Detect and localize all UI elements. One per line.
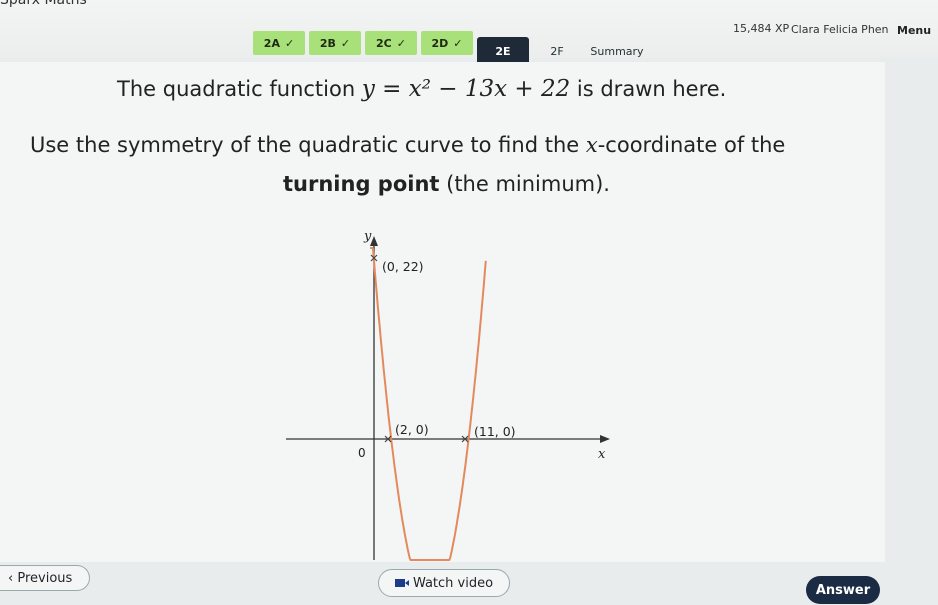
question-text: (the minimum). (446, 172, 610, 196)
watch-video-label: Watch video (412, 575, 494, 591)
x-axis-arrow (600, 435, 610, 443)
tab-2a[interactable]: 2A ✓ (253, 31, 305, 55)
user-name[interactable]: Clara Felicia Phen (791, 23, 889, 36)
question-line-1: The quadratic function y = x² − 13x + 22… (117, 76, 726, 102)
tab-2b[interactable]: 2B ✓ (309, 31, 361, 55)
origin-label: 0 (358, 446, 366, 460)
point-label-11-0: (11, 0) (474, 424, 516, 439)
check-icon: ✓ (340, 36, 351, 50)
previous-label: Previous (17, 570, 73, 586)
xp-counter: 15,484 XP (733, 22, 790, 35)
tab-2d[interactable]: 2D ✓ (421, 31, 473, 55)
x-axis-label: x (598, 447, 606, 462)
point-label-0-22: (0, 22) (382, 259, 424, 274)
watch-video-button[interactable]: Watch video (378, 569, 510, 597)
tab-summary[interactable]: Summary (582, 39, 652, 63)
tab-label: 2E (495, 44, 511, 58)
answer-button[interactable]: Answer (806, 576, 880, 604)
question-text: is drawn here. (576, 77, 727, 101)
y-axis-label: y (363, 229, 372, 244)
tab-2f[interactable]: 2F (531, 39, 583, 63)
tab-label: 2C (376, 36, 392, 50)
question-line-3: turning point (the minimum). (283, 172, 610, 196)
tab-label: 2F (550, 44, 564, 58)
tab-2e[interactable]: 2E (477, 37, 529, 65)
video-camera-icon (394, 579, 409, 587)
question-line-2: Use the symmetry of the quadratic curve … (30, 133, 785, 157)
tab-label: 2D (431, 36, 449, 50)
tab-label: 2A (263, 36, 280, 50)
quadratic-graph: y x 0 (0, 22) (2, 0) (11, 0) (286, 229, 610, 561)
tab-label: 2B (319, 36, 336, 50)
check-icon: ✓ (284, 36, 295, 50)
check-icon: ✓ (396, 36, 406, 50)
question-bold-text: turning point (283, 172, 440, 196)
check-icon: ✓ (453, 36, 463, 50)
parabola-curve (370, 247, 487, 561)
variable-x: x (585, 133, 598, 157)
tab-label: Summary (590, 44, 644, 58)
question-text: The quadratic function (117, 77, 356, 101)
chevron-left-icon: ‹ (8, 570, 18, 586)
question-text: -coordinate of the (597, 133, 786, 157)
top-bar: Sparx Maths 15,484 XP Clara Felicia Phen… (0, 0, 938, 65)
brand-logo: Sparx Maths (0, 0, 87, 8)
menu-button[interactable]: Menu (897, 24, 931, 37)
question-text: Use the symmetry of the quadratic curve … (30, 133, 580, 157)
tab-2c[interactable]: 2C ✓ (365, 31, 417, 55)
previous-button[interactable]: ‹ Previous (0, 565, 90, 591)
equation: y = x² − 13x + 22 (361, 76, 571, 102)
point-label-2-0: (2, 0) (395, 422, 429, 437)
